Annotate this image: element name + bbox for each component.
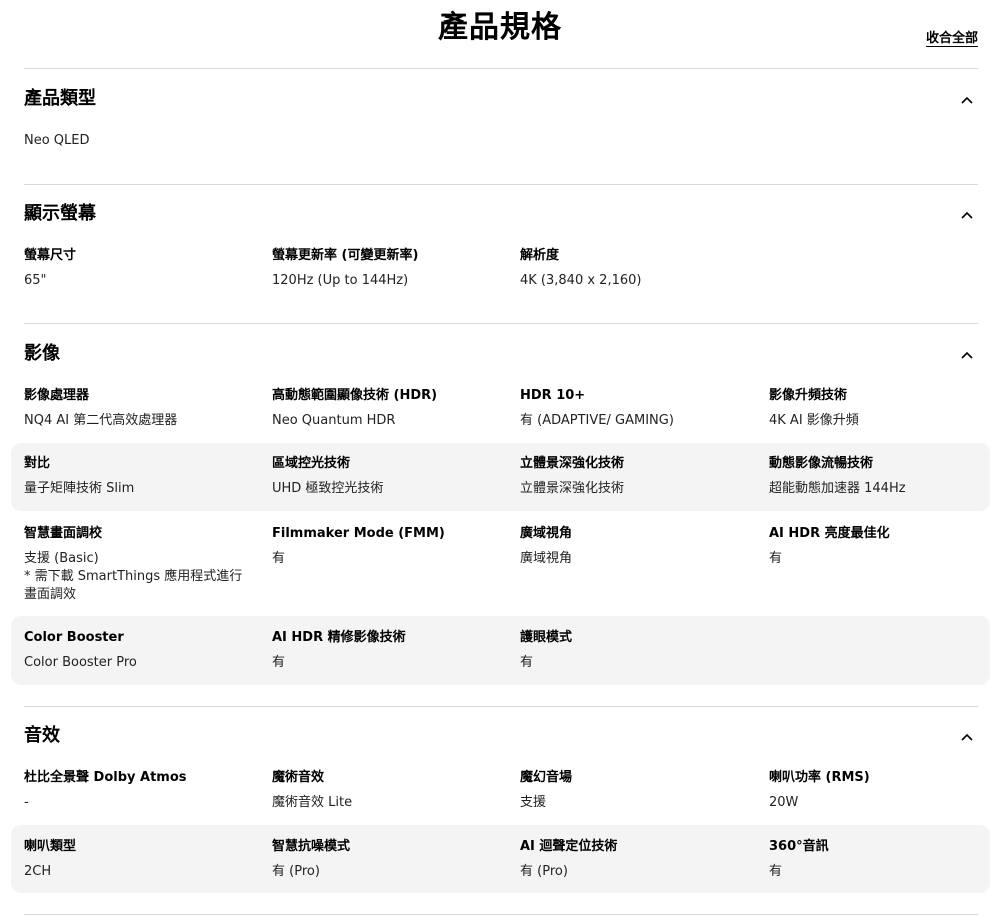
section-divider <box>24 323 978 324</box>
page-title: 產品規格 <box>438 10 562 45</box>
spec-label: Color Booster <box>24 630 124 645</box>
section-title-video[interactable]: 影像 <box>24 342 60 366</box>
spec-label: 魔幻音場 <box>520 770 573 785</box>
spec-value: 支援 <box>520 795 547 810</box>
spec-value-line: * 需下載 SmartThings 應用程式進行 <box>24 569 243 584</box>
section-divider <box>24 68 978 69</box>
spec-label: AI HDR 亮度最佳化 <box>769 526 890 541</box>
spec-label: 杜比全景聲 Dolby Atmos <box>24 770 187 785</box>
spec-value: 4K (3,840 x 2,160) <box>520 273 642 288</box>
spec-label: 解析度 <box>520 248 560 263</box>
chevron-up-icon[interactable] <box>960 208 974 222</box>
spec-label: 廣域視角 <box>520 526 573 541</box>
spec-label: 魔術音效 <box>272 770 325 785</box>
chevron-up-icon[interactable] <box>960 730 974 744</box>
spec-label: 高動態範圍顯像技術 (HDR) <box>272 388 438 403</box>
spec-row-band <box>11 616 990 685</box>
spec-label: 螢幕更新率 (可變更新率) <box>272 248 419 263</box>
chevron-up-icon[interactable] <box>960 348 974 362</box>
spec-label: 區域控光技術 <box>272 456 351 471</box>
spec-label: 影像處理器 <box>24 388 90 403</box>
spec-value-multiline: 支援 (Basic) * 需下載 SmartThings 應用程式進行 畫面調效 <box>24 550 244 604</box>
section-title-product-type[interactable]: 產品類型 <box>24 87 96 111</box>
spec-label: 智慧畫面調校 <box>24 526 103 541</box>
spec-value: 有 <box>520 655 534 670</box>
chevron-up-icon[interactable] <box>960 93 974 107</box>
spec-label: 360°音訊 <box>769 839 829 854</box>
spec-value: 有 (Pro) <box>520 864 568 879</box>
spec-value: 立體景深強化技術 <box>520 481 625 496</box>
spec-value: 20W <box>769 795 799 810</box>
spec-value: 4K AI 影像升頻 <box>769 413 859 428</box>
collapse-all-link[interactable]: 收合全部 <box>926 27 978 46</box>
spec-value-product-type: Neo QLED <box>24 133 90 148</box>
spec-value: 有 <box>272 655 286 670</box>
spec-label: 護眼模式 <box>520 630 573 645</box>
spec-value: Neo Quantum HDR <box>272 413 396 428</box>
spec-label: 喇叭類型 <box>24 839 77 854</box>
spec-label: 智慧抗噪模式 <box>272 839 351 854</box>
spec-label: HDR 10+ <box>520 388 586 403</box>
spec-label: 螢幕尺寸 <box>24 248 77 263</box>
spec-label: 對比 <box>24 456 51 471</box>
spec-label: 影像升頻技術 <box>769 388 848 403</box>
spec-value: 2CH <box>24 864 52 879</box>
spec-label: 喇叭功率 (RMS) <box>769 770 870 785</box>
spec-label: AI HDR 精修影像技術 <box>272 630 406 645</box>
spec-value: NQ4 AI 第二代高效處理器 <box>24 413 178 428</box>
spec-value-line: 畫面調效 <box>24 587 77 602</box>
spec-value: 120Hz (Up to 144Hz) <box>272 273 409 288</box>
spec-value: 有 <box>769 551 783 566</box>
spec-value: 量子矩陣技術 Slim <box>24 481 135 496</box>
spec-value: - <box>24 795 29 810</box>
spec-value: 有 (Pro) <box>272 864 320 879</box>
spec-value: UHD 極致控光技術 <box>272 481 384 496</box>
spec-label: AI 迴聲定位技術 <box>520 839 618 854</box>
spec-label: 動態影像流暢技術 <box>769 456 874 471</box>
section-divider <box>24 706 978 707</box>
section-title-audio[interactable]: 音效 <box>24 724 60 748</box>
section-title-display[interactable]: 顯示螢幕 <box>24 202 96 226</box>
spec-value: 有 <box>769 864 783 879</box>
spec-value: 魔術音效 Lite <box>272 795 353 810</box>
spec-value: 65" <box>24 273 47 288</box>
spec-value: Color Booster Pro <box>24 655 137 670</box>
spec-row-band <box>11 443 990 511</box>
spec-value-line: 支援 (Basic) <box>24 551 99 566</box>
spec-value: 超能動態加速器 144Hz <box>769 481 906 496</box>
spec-row-band <box>11 825 990 893</box>
section-divider <box>24 184 978 185</box>
spec-label: 立體景深強化技術 <box>520 456 625 471</box>
spec-value: 廣域視角 <box>520 551 573 566</box>
spec-value: 有 <box>272 551 286 566</box>
spec-value: 有 (ADAPTIVE/ GAMING) <box>520 413 674 428</box>
spec-label: Filmmaker Mode (FMM) <box>272 526 445 541</box>
section-divider <box>24 914 978 915</box>
